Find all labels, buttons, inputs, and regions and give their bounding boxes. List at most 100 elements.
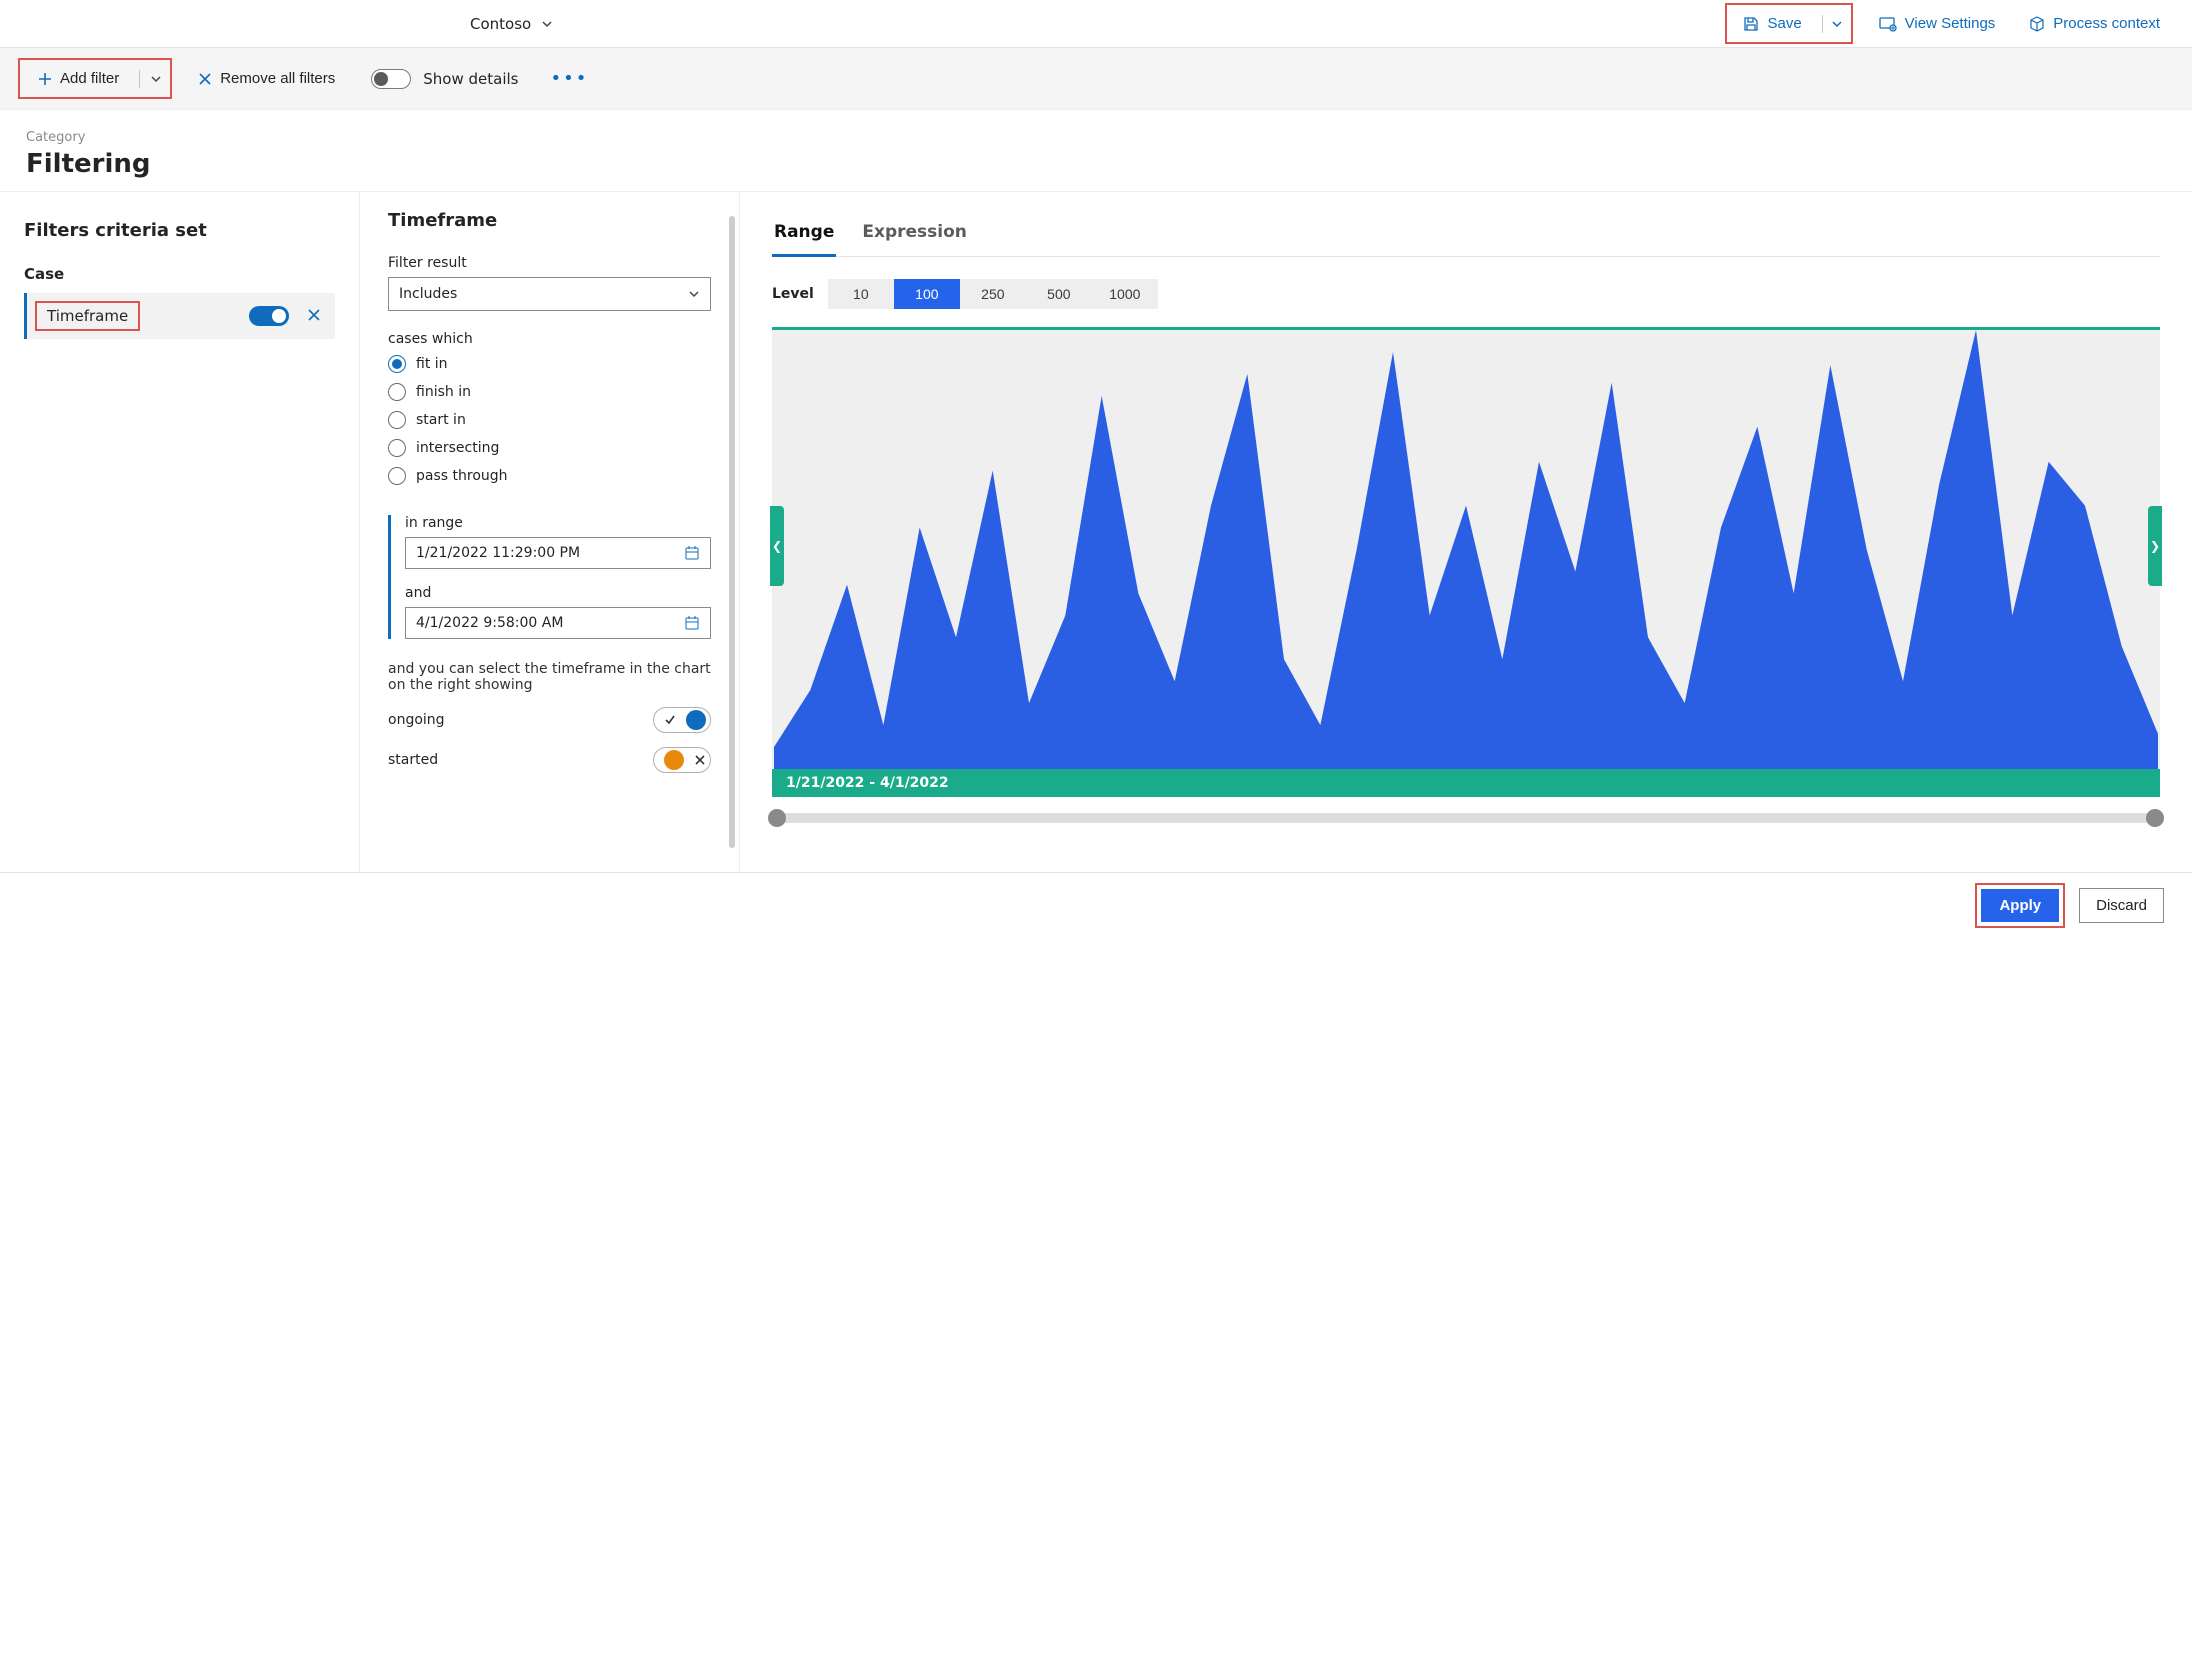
radio-label: start in	[416, 412, 466, 428]
close-icon	[694, 754, 706, 766]
dot-icon	[686, 710, 706, 730]
criteria-set-title: Filters criteria set	[24, 220, 335, 241]
chart-handle-left[interactable]: ❮	[770, 506, 784, 586]
radio-start-in[interactable]: start in	[388, 411, 711, 429]
level-option-100[interactable]: 100	[894, 279, 960, 309]
radio-fit-in[interactable]: fit in	[388, 355, 711, 373]
tab-range[interactable]: Range	[772, 218, 836, 257]
slider-knob-right[interactable]	[2146, 809, 2164, 827]
started-row: started	[388, 747, 711, 773]
chevron-down-icon	[541, 18, 553, 30]
chart-tabs: Range Expression	[772, 218, 2160, 257]
add-filter-group: Add filter	[18, 58, 172, 99]
show-details-toggle[interactable]: Show details	[361, 63, 528, 95]
filter-enabled-toggle[interactable]	[249, 306, 289, 326]
ongoing-label: ongoing	[388, 712, 445, 728]
chevron-down-icon	[688, 288, 700, 300]
filter-config-panel: Timeframe Filter result Includes cases w…	[360, 192, 740, 872]
ongoing-toggle[interactable]	[653, 707, 711, 733]
radio-icon	[388, 355, 406, 373]
range-slider[interactable]	[772, 813, 2160, 823]
save-button[interactable]: Save	[1735, 9, 1809, 38]
case-group-label: Case	[24, 265, 335, 283]
started-label: started	[388, 752, 438, 768]
date-from-input[interactable]: 1/21/2022 11:29:00 PM	[405, 537, 711, 569]
level-option-1000[interactable]: 1000	[1092, 279, 1158, 309]
calendar-icon	[684, 545, 700, 561]
radio-pass-through[interactable]: pass through	[388, 467, 711, 485]
level-option-10[interactable]: 10	[828, 279, 894, 309]
more-menu-button[interactable]: •••	[544, 68, 594, 89]
date-to-input[interactable]: 4/1/2022 9:58:00 AM	[405, 607, 711, 639]
filters-sidebar: Filters criteria set Case Timeframe	[0, 192, 360, 872]
level-option-250[interactable]: 250	[960, 279, 1026, 309]
apply-button[interactable]: Apply	[1981, 889, 2059, 922]
remove-all-filters-button[interactable]: Remove all filters	[188, 64, 345, 93]
radio-label: finish in	[416, 384, 471, 400]
filter-result-label: Filter result	[388, 255, 711, 271]
slider-knob-left[interactable]	[768, 809, 786, 827]
ongoing-row: ongoing	[388, 707, 711, 733]
date-to-value: 4/1/2022 9:58:00 AM	[416, 615, 563, 631]
save-divider	[1822, 15, 1823, 33]
chart-handle-right[interactable]: ❯	[2148, 506, 2162, 586]
filter-row-timeframe[interactable]: Timeframe	[24, 293, 335, 339]
page-title: Filtering	[26, 149, 2166, 179]
org-picker[interactable]: Contoso	[464, 11, 559, 37]
view-settings-button[interactable]: View Settings	[1871, 9, 2004, 38]
filter-name: Timeframe	[35, 301, 140, 331]
remove-filter-button[interactable]	[303, 306, 325, 327]
radio-intersecting[interactable]: intersecting	[388, 439, 711, 457]
chevron-down-icon[interactable]	[150, 73, 162, 85]
level-option-500[interactable]: 500	[1026, 279, 1092, 309]
view-settings-label: View Settings	[1905, 15, 1996, 32]
check-icon	[664, 714, 676, 726]
radio-icon	[388, 467, 406, 485]
radio-icon	[388, 439, 406, 457]
cases-which-radio-group: fit in finish in start in intersecting p…	[388, 355, 711, 485]
toggle-off-icon	[371, 69, 411, 89]
chart-hint-text: and you can select the timeframe in the …	[388, 661, 711, 693]
close-icon	[307, 308, 321, 322]
remove-all-label: Remove all filters	[220, 70, 335, 87]
discard-button[interactable]: Discard	[2079, 888, 2164, 923]
save-icon	[1743, 16, 1759, 32]
save-button-group: Save	[1725, 3, 1852, 44]
radio-icon	[388, 411, 406, 429]
add-filter-label: Add filter	[60, 70, 119, 87]
apply-highlight: Apply	[1975, 883, 2065, 928]
calendar-icon	[684, 615, 700, 631]
org-name: Contoso	[470, 15, 531, 33]
command-bar: Add filter Remove all filters Show detai…	[0, 48, 2192, 110]
close-icon	[198, 72, 212, 86]
filter-result-select[interactable]: Includes	[388, 277, 711, 311]
tab-expression[interactable]: Expression	[860, 218, 969, 256]
scrollbar[interactable]	[729, 216, 735, 848]
radio-finish-in[interactable]: finish in	[388, 383, 711, 401]
top-header: Contoso Save View Settings Process conte…	[0, 0, 2192, 48]
process-context-button[interactable]: Process context	[2021, 9, 2168, 38]
filter-result-value: Includes	[399, 286, 457, 302]
in-range-label: in range	[405, 515, 711, 531]
plus-icon	[38, 72, 52, 86]
show-details-label: Show details	[423, 70, 518, 88]
footer-bar: Apply Discard	[0, 872, 2192, 938]
page-heading: Category Filtering	[0, 110, 2192, 192]
cube-icon	[2029, 16, 2045, 32]
range-chart[interactable]: ❮ ❯ 1/21/2022 - 4/1/2022	[772, 327, 2160, 797]
area-chart-svg	[774, 330, 2158, 769]
view-settings-icon	[1879, 16, 1897, 32]
level-segmented: 101002505001000	[828, 279, 1158, 309]
chart-caption: 1/21/2022 - 4/1/2022	[786, 775, 949, 791]
started-toggle[interactable]	[653, 747, 711, 773]
level-label: Level	[772, 286, 814, 302]
add-filter-divider	[139, 70, 140, 88]
main-columns: Filters criteria set Case Timeframe Time…	[0, 192, 2192, 872]
radio-label: fit in	[416, 356, 448, 372]
add-filter-button[interactable]: Add filter	[28, 64, 129, 93]
cases-which-label: cases which	[388, 331, 711, 347]
and-label: and	[405, 585, 711, 601]
radio-label: intersecting	[416, 440, 499, 456]
chevron-down-icon[interactable]	[1831, 18, 1843, 30]
date-from-value: 1/21/2022 11:29:00 PM	[416, 545, 580, 561]
